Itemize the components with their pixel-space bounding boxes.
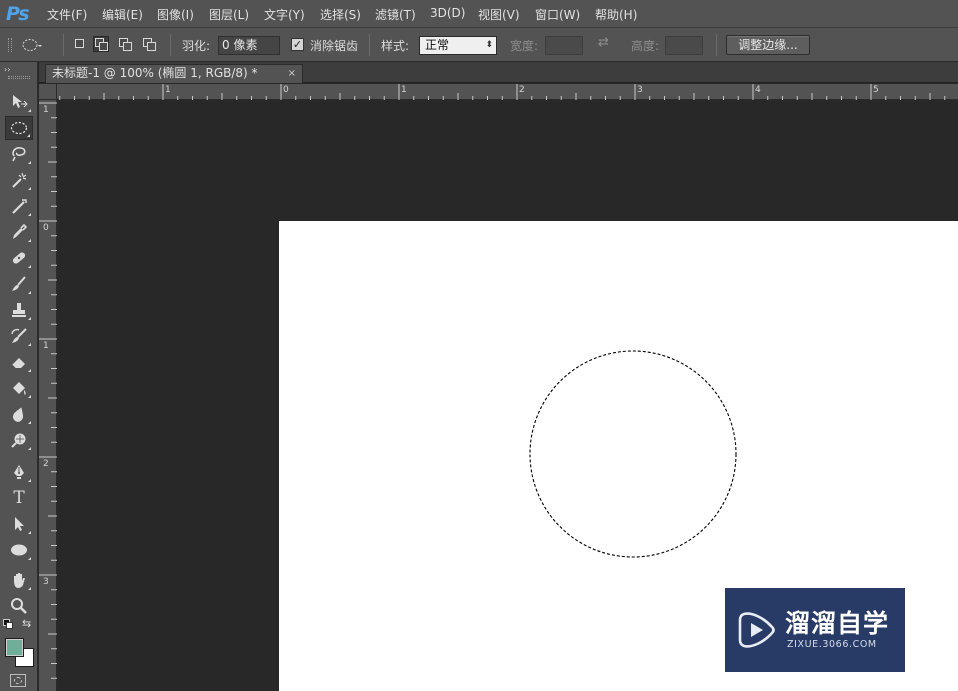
- dodge-tool-icon[interactable]: [5, 428, 33, 452]
- menu-3d[interactable]: 3D(D): [430, 6, 465, 20]
- menu-window[interactable]: 窗口(W): [535, 6, 580, 23]
- style-select-value: 正常: [425, 38, 450, 52]
- elliptical-marquee-tool-icon[interactable]: [5, 116, 33, 140]
- height-input: [665, 36, 703, 55]
- eraser-tool-icon[interactable]: [5, 350, 33, 374]
- blur-tool-icon[interactable]: [5, 402, 33, 426]
- style-select[interactable]: 正常 ⬍: [419, 36, 497, 55]
- ruler-label: 0: [43, 223, 49, 233]
- height-label: 高度:: [631, 39, 660, 53]
- ruler-label: 2: [519, 85, 525, 95]
- menu-filter[interactable]: 滤镜(T): [375, 6, 416, 23]
- ruler-label: 5: [873, 85, 879, 95]
- document-tab-strip: 未标题-1 @ 100% (椭圆 1, RGB/8) * ×: [39, 62, 958, 83]
- menu-bar: Ps 文件(F) 编辑(E) 图像(I) 图层(L) 文字(Y) 选择(S) 滤…: [0, 0, 958, 28]
- ruler-label: 1: [43, 105, 49, 115]
- menu-edit[interactable]: 编辑(E): [102, 6, 143, 23]
- paint-bucket-tool-icon[interactable]: [5, 376, 33, 400]
- toolbox-grip[interactable]: [8, 76, 30, 79]
- close-icon[interactable]: ×: [288, 65, 296, 82]
- width-input: [545, 36, 583, 55]
- feather-input[interactable]: 0 像素: [218, 36, 280, 55]
- vertical-ruler[interactable]: 1 0 1 2 3: [39, 100, 57, 691]
- style-label: 样式:: [381, 39, 410, 53]
- tool-preset-picker[interactable]: [22, 37, 42, 53]
- foreground-color-swatch[interactable]: [5, 638, 24, 657]
- brush-tool-icon[interactable]: [5, 272, 33, 296]
- collapse-icon[interactable]: ››: [4, 65, 10, 74]
- separator: [716, 34, 717, 56]
- select-arrows-icon: ⬍: [485, 40, 493, 50]
- intersect-selection-button[interactable]: [141, 36, 157, 52]
- menu-file[interactable]: 文件(F): [47, 6, 87, 23]
- antialias-label: 消除锯齿: [310, 39, 359, 53]
- menu-select[interactable]: 选择(S): [320, 6, 361, 23]
- add-to-selection-button[interactable]: [93, 36, 109, 52]
- ruler-label: 1: [401, 85, 407, 95]
- options-bar-grip[interactable]: [8, 38, 12, 52]
- toolbox: ›› T ⇆: [0, 62, 38, 691]
- separator: [63, 34, 64, 56]
- ruler-label: 2: [43, 459, 49, 469]
- ruler-label: 1: [165, 85, 171, 95]
- separator: [369, 34, 370, 56]
- ruler-label: 3: [43, 577, 49, 587]
- history-brush-tool-icon[interactable]: [5, 324, 33, 348]
- menu-help[interactable]: 帮助(H): [595, 6, 637, 23]
- vertical-ruler-ticks: [39, 102, 57, 679]
- pen-tool-icon[interactable]: [5, 460, 33, 484]
- feather-label: 羽化:: [182, 39, 211, 53]
- spot-healing-tool-icon[interactable]: [5, 246, 33, 270]
- crop-tool-icon[interactable]: [5, 194, 33, 218]
- horizontal-ruler-ticks: [59, 84, 946, 100]
- document-tab-title: 未标题-1 @ 100% (椭圆 1, RGB/8) *: [52, 66, 258, 80]
- ellipse-marquee-icon: [22, 39, 42, 51]
- watermark-subtitle: ZIXUE.3066.COM: [787, 639, 877, 650]
- move-tool-icon[interactable]: [5, 90, 33, 114]
- separator: [170, 34, 171, 56]
- hand-tool-icon[interactable]: [5, 568, 33, 592]
- ruler-label: 1: [43, 341, 49, 351]
- type-tool-icon[interactable]: T: [5, 486, 33, 510]
- magic-wand-tool-icon[interactable]: [5, 168, 33, 192]
- quick-mask-button[interactable]: [10, 674, 26, 687]
- ruler-label: 4: [755, 85, 761, 95]
- lasso-tool-icon[interactable]: [5, 142, 33, 166]
- menu-view[interactable]: 视图(V): [478, 6, 520, 23]
- document-tab[interactable]: 未标题-1 @ 100% (椭圆 1, RGB/8) * ×: [45, 64, 303, 83]
- ruler-label: 3: [637, 85, 643, 95]
- antialias-checkbox[interactable]: ✓: [291, 38, 304, 51]
- photoshop-logo: Ps: [6, 3, 30, 25]
- swap-colors-icon[interactable]: ⇆: [22, 617, 31, 630]
- subtract-from-selection-button[interactable]: [117, 36, 133, 52]
- watermark-title: 溜溜自学: [785, 609, 890, 638]
- refine-edge-button[interactable]: 调整边缘...: [726, 35, 810, 55]
- options-bar: 羽化: 0 像素 ✓ 消除锯齿 样式: 正常 ⬍ 宽度: ⇄ 高度: 调整边缘.…: [0, 28, 958, 62]
- ellipse-shape-tool-icon[interactable]: [5, 538, 33, 562]
- menu-layer[interactable]: 图层(L): [209, 6, 249, 23]
- menu-image[interactable]: 图像(I): [157, 6, 194, 23]
- eyedropper-tool-icon[interactable]: [5, 220, 33, 244]
- swap-dimensions-icon: ⇄: [598, 35, 609, 50]
- menu-type[interactable]: 文字(Y): [264, 6, 305, 23]
- ruler-origin[interactable]: [39, 84, 57, 100]
- new-selection-button[interactable]: [72, 36, 88, 52]
- default-colors-icon[interactable]: [3, 619, 13, 629]
- path-selection-tool-icon[interactable]: [5, 512, 33, 536]
- clone-stamp-tool-icon[interactable]: [5, 298, 33, 322]
- horizontal-ruler[interactable]: 1 0 1 2 3 4 5: [57, 84, 958, 100]
- play-logo-icon: [738, 612, 775, 648]
- width-label: 宽度:: [510, 39, 539, 53]
- zoom-tool-icon[interactable]: [5, 594, 33, 618]
- watermark-logo: 溜溜自学 ZIXUE.3066.COM: [725, 588, 905, 672]
- ruler-label: 0: [283, 85, 289, 95]
